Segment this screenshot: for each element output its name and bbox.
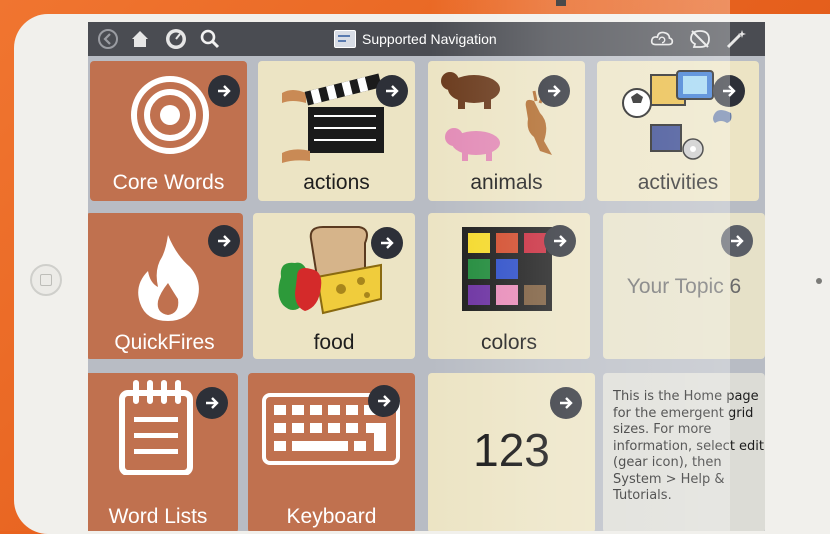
animals-tile[interactable]: animals	[428, 61, 585, 201]
tile-label: animals	[470, 171, 543, 194]
tile-label: actions	[303, 171, 370, 194]
activities-tile[interactable]: activities	[597, 61, 759, 201]
dashboard-gauge-icon[interactable]	[164, 27, 188, 51]
food-tile[interactable]: food	[253, 213, 415, 359]
toolbar: Supported Navigation	[88, 22, 765, 56]
tile-label: QuickFires	[114, 331, 215, 354]
navigate-arrow-icon[interactable]	[371, 227, 403, 259]
navigate-arrow-icon[interactable]	[550, 387, 582, 419]
speech-off-icon[interactable]	[688, 27, 712, 51]
navigate-arrow-icon[interactable]	[544, 225, 576, 257]
notepad-icon	[119, 380, 193, 475]
app-screen: Supported Navigation Core Words actions …	[88, 22, 765, 531]
numbers-tile[interactable]: 123	[428, 373, 595, 531]
your-topic-6-tile[interactable]: Your Topic 6	[603, 213, 765, 359]
front-camera-dot	[816, 278, 822, 284]
button-grid: Core Words actions animals activities Qu…	[88, 56, 765, 531]
tile-label: 123	[473, 424, 550, 476]
tile-label: activities	[637, 171, 719, 194]
core-words-tile[interactable]: Core Words	[90, 61, 247, 201]
color-swatches-icon	[462, 227, 552, 311]
actions-tile[interactable]: actions	[258, 61, 415, 201]
tile-label: food	[313, 331, 355, 354]
toolbar-title: Supported Navigation	[334, 28, 497, 50]
edit-wand-icon[interactable]	[724, 27, 748, 51]
toolbar-title-text: Supported Navigation	[362, 31, 497, 47]
flame-icon	[138, 235, 199, 321]
clapperboard-icon	[282, 73, 384, 163]
home-button[interactable]	[30, 264, 62, 296]
tile-label: colors	[480, 331, 538, 354]
colors-tile[interactable]: colors	[428, 213, 590, 359]
navigate-arrow-icon[interactable]	[538, 75, 570, 107]
search-icon[interactable]	[198, 27, 222, 51]
tile-label: Your Topic 6	[626, 275, 742, 298]
back-arrow-icon[interactable]	[96, 27, 120, 51]
tile-label: Keyboard	[286, 505, 377, 528]
navigate-arrow-icon[interactable]	[196, 387, 228, 419]
navigate-arrow-icon[interactable]	[713, 75, 745, 107]
cloud-sync-icon[interactable]	[650, 27, 674, 51]
navigate-arrow-icon[interactable]	[368, 385, 400, 417]
home-icon[interactable]	[128, 27, 152, 51]
navigate-arrow-icon[interactable]	[208, 225, 240, 257]
keyboard-tile[interactable]: Keyboard	[248, 373, 415, 531]
quickfires-tile[interactable]: QuickFires	[88, 213, 243, 359]
food-icon	[278, 226, 382, 315]
help-note-tile: This is the Home page for the emergent g…	[603, 373, 765, 531]
navigate-arrow-icon[interactable]	[376, 75, 408, 107]
navigate-arrow-icon[interactable]	[721, 225, 753, 257]
navigate-arrow-icon[interactable]	[208, 75, 240, 107]
camera-notch	[556, 0, 566, 6]
help-note-text: This is the Home page for the emergent g…	[613, 389, 765, 503]
word-lists-tile[interactable]: Word Lists	[88, 373, 238, 531]
navigation-page-icon	[334, 30, 356, 48]
tile-label: Core Words	[112, 171, 225, 194]
tile-label: Word Lists	[108, 505, 208, 528]
target-icon	[131, 76, 209, 154]
